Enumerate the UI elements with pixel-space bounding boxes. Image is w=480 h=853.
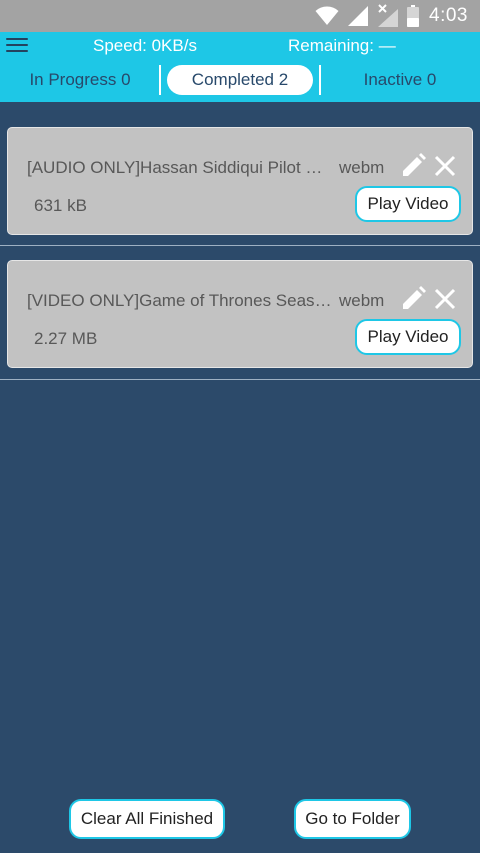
go-to-folder-button[interactable]: Go to Folder (294, 799, 411, 839)
download-title: [VIDEO ONLY]Game of Thrones Season 7 (27, 291, 332, 310)
close-icon[interactable] (433, 154, 457, 178)
download-size: 2.27 MB (34, 329, 98, 348)
clock: 4:03 (429, 5, 468, 26)
signal-icon (347, 5, 369, 27)
download-card: [AUDIO ONLY]Hassan Siddiqui Pilot Pakist… (7, 127, 473, 235)
pencil-icon[interactable] (400, 153, 426, 179)
clear-all-finished-button[interactable]: Clear All Finished (69, 799, 225, 839)
download-extension: webm (339, 291, 385, 310)
tab-divider (159, 65, 161, 95)
divider (0, 379, 480, 380)
battery-icon (407, 5, 420, 27)
play-video-button[interactable]: Play Video (355, 319, 461, 355)
tab-bar: In Progress 0 Completed 2 Inactive 0 (0, 65, 480, 99)
wifi-icon (315, 6, 339, 26)
divider (0, 245, 480, 246)
app-header: Speed: 0KB/s Remaining: — In Progress 0 … (0, 32, 480, 102)
speed-label: Speed: 0KB/s (93, 36, 197, 55)
hamburger-menu-icon[interactable] (6, 36, 28, 54)
download-extension: webm (339, 158, 385, 177)
remaining-label: Remaining: — (288, 36, 396, 55)
pencil-icon[interactable] (400, 286, 426, 312)
close-icon[interactable] (433, 287, 457, 311)
tab-in-progress[interactable]: In Progress 0 (0, 65, 160, 95)
tab-inactive[interactable]: Inactive 0 (320, 65, 480, 95)
download-title: [AUDIO ONLY]Hassan Siddiqui Pilot Pakist… (27, 158, 332, 177)
tab-completed[interactable]: Completed 2 (167, 65, 313, 95)
download-card: [VIDEO ONLY]Game of Thrones Season 7 web… (7, 260, 473, 368)
download-size: 631 kB (34, 196, 87, 215)
no-signal-icon (377, 4, 399, 28)
play-video-button[interactable]: Play Video (355, 186, 461, 222)
status-bar: 4:03 (0, 0, 480, 32)
